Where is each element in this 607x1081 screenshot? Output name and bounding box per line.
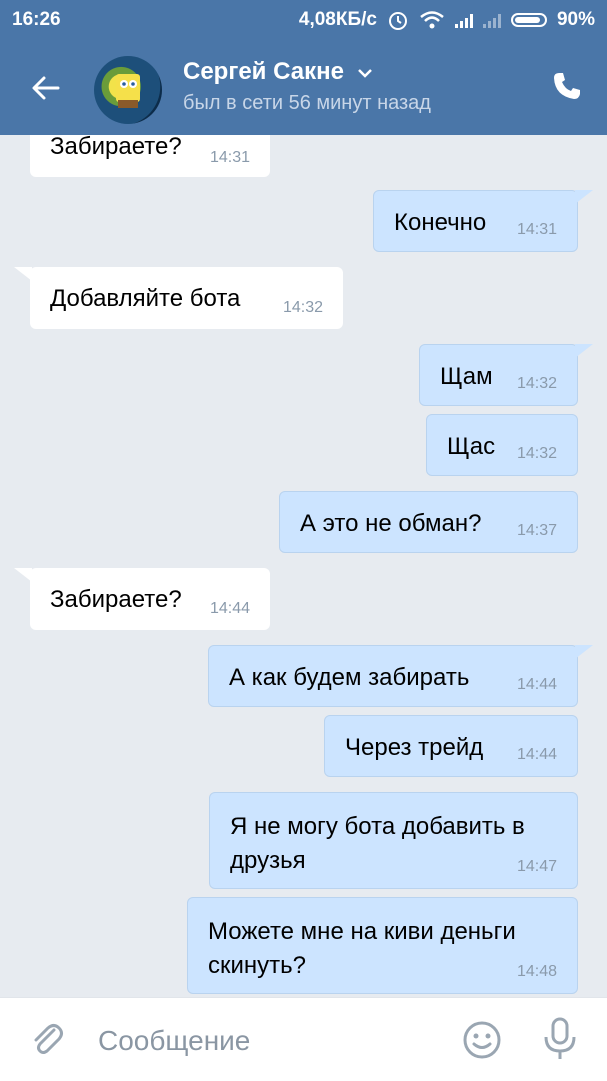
message-text: Щам (440, 363, 493, 390)
message-text: Через трейд (345, 734, 484, 761)
message-time: 14:32 (516, 445, 557, 462)
contact-name-text: Сергей Сакне (183, 58, 344, 85)
message-outgoing[interactable]: Щам 14:32 (419, 344, 593, 406)
message-time: 14:37 (516, 522, 557, 539)
message-outgoing[interactable]: Конечно 14:31 (373, 190, 593, 252)
message-incoming[interactable]: Забираете? 14:31 (30, 135, 270, 177)
message-outgoing[interactable]: Через трейд 14:44 (324, 715, 578, 777)
message-text: Забираете? (50, 135, 182, 160)
message-text: Добавляйте бота (50, 285, 241, 312)
message-time: 14:44 (516, 746, 557, 763)
chat-header: Сергей Сакне был в сети 56 минут назад (0, 40, 607, 135)
signal-2-icon (482, 12, 501, 28)
message-time: 14:31 (209, 149, 250, 166)
message-text: Забираете? (50, 586, 182, 613)
avatar[interactable] (94, 56, 162, 124)
status-indicators: 4,08КБ/с 90% (299, 9, 595, 31)
avatar-image (116, 74, 140, 108)
chevron-down-icon (357, 68, 372, 78)
message-time: 14:32 (516, 375, 557, 392)
message-text: Конечно (394, 209, 487, 236)
alarm-icon (388, 12, 407, 30)
message-list[interactable]: Забираете? 14:31 Конечно 14:31 Добавляйт… (0, 135, 607, 997)
message-time: 14:44 (516, 676, 557, 693)
signal-icon (454, 12, 473, 28)
message-input[interactable] (96, 1020, 430, 1062)
message-time: 14:47 (516, 858, 557, 875)
message-text: Щас (447, 433, 496, 460)
message-outgoing[interactable]: Можете мне на киви деньги скинуть? 14:48 (187, 897, 578, 994)
battery-icon (510, 13, 547, 27)
paperclip-icon[interactable] (28, 1020, 66, 1058)
battery-level: 90% (556, 9, 595, 30)
message-outgoing[interactable]: А как будем забирать 14:44 (208, 645, 593, 707)
message-time: 14:44 (209, 600, 250, 617)
network-speed: 4,08КБ/с (298, 9, 377, 30)
wifi-icon (420, 11, 444, 29)
message-incoming[interactable]: Добавляйте бота 14:32 (14, 267, 343, 329)
phone-icon[interactable] (551, 70, 583, 102)
message-incoming[interactable]: Забираете? 14:44 (14, 568, 270, 630)
message-text: А это не обман? (300, 510, 482, 537)
message-time: 14:32 (282, 299, 323, 316)
status-time: 16:26 (12, 9, 61, 30)
message-time: 14:31 (516, 221, 557, 238)
message-time: 14:48 (516, 963, 557, 980)
smile-icon[interactable] (462, 1020, 502, 1060)
message-outgoing[interactable]: Щас 14:32 (426, 414, 578, 476)
contact-name[interactable]: Сергей Сакне (183, 58, 373, 86)
last-seen-status: был в сети 56 минут назад (183, 92, 431, 114)
microphone-icon[interactable] (540, 1016, 580, 1062)
composer-bar (0, 997, 607, 1081)
message-outgoing[interactable]: Я не могу бота добавить в друзья 14:47 (209, 792, 578, 889)
back-arrow-icon[interactable] (28, 70, 64, 106)
message-outgoing[interactable]: А это не обман? 14:37 (279, 491, 578, 553)
message-text: А как будем забирать (229, 664, 470, 691)
status-bar: 16:26 4,08КБ/с 90% (0, 0, 607, 40)
